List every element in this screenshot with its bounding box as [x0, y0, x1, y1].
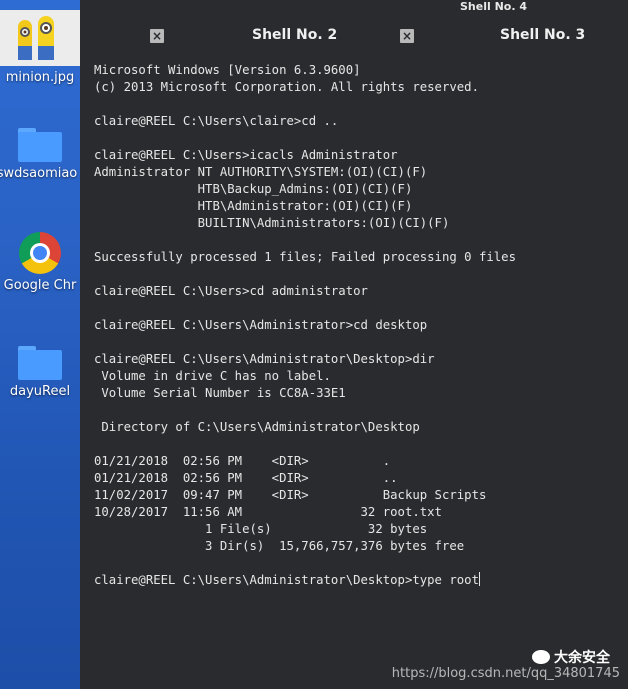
folder-icon: [18, 346, 62, 380]
terminal-output[interactable]: Microsoft Windows [Version 6.3.9600] (c)…: [80, 52, 628, 689]
folder-icon: [18, 128, 62, 162]
terminal-line: 10/28/2017 11:56 AM 32 root.txt: [94, 505, 442, 519]
terminal-line: claire@REEL C:\Users>icacls Administrato…: [94, 148, 398, 162]
window-title: Shell No. 4: [460, 0, 528, 13]
watermark-url: https://blog.csdn.net/qq_34801745: [391, 666, 620, 681]
terminal-line: claire@REEL C:\Users\claire>cd ..: [94, 114, 339, 128]
terminal-line: (c) 2013 Microsoft Corporation. All righ…: [94, 80, 479, 94]
terminal-prompt-text: claire@REEL C:\Users\Administrator\Deskt…: [94, 573, 479, 587]
terminal-line: Successfully processed 1 files; Failed p…: [94, 250, 516, 264]
terminal-prompt-line[interactable]: claire@REEL C:\Users\Administrator\Deskt…: [94, 572, 628, 589]
tab-bar: × Shell No. 2 × Shell No. 3: [80, 20, 628, 52]
desktop-item-label: minion.jpg: [5, 70, 75, 85]
terminal-line: 3 Dir(s) 15,766,757,376 bytes free: [94, 539, 465, 553]
desktop-item-swdsaomiao[interactable]: swdsaomiao: [0, 128, 80, 181]
watermark-brand: 大余安全: [532, 647, 610, 667]
desktop-item-label: dayuReel: [9, 384, 71, 399]
tab-label: Shell No. 3: [500, 27, 586, 43]
title-bar[interactable]: Shell No. 4: [80, 0, 628, 20]
image-thumbnail-icon: [0, 10, 80, 66]
terminal-line: claire@REEL C:\Users\Administrator>cd de…: [94, 318, 428, 332]
terminal-line: BUILTIN\Administrators:(OI)(CI)(F): [94, 216, 450, 230]
terminal-line: 01/21/2018 02:56 PM <DIR> ..: [94, 471, 398, 485]
chrome-icon: [19, 232, 61, 274]
terminal-line: 1 File(s) 32 bytes: [94, 522, 428, 536]
tab-shell-2[interactable]: × Shell No. 2: [140, 20, 400, 52]
terminal-line: 01/21/2018 02:56 PM <DIR> .: [94, 454, 391, 468]
tab-shell-3[interactable]: × Shell No. 3: [390, 20, 628, 52]
desktop-item-dayureel[interactable]: dayuReel: [0, 346, 80, 399]
terminal-window: Shell No. 4 × Shell No. 2 × Shell No. 3 …: [80, 0, 628, 689]
close-icon[interactable]: ×: [150, 29, 164, 43]
terminal-line: HTB\Backup_Admins:(OI)(CI)(F): [94, 182, 413, 196]
terminal-line: Volume Serial Number is CC8A-33E1: [94, 386, 346, 400]
terminal-line: claire@REEL C:\Users\Administrator\Deskt…: [94, 352, 435, 366]
desktop-panel: minion.jpg swdsaomiao Google Chr dayuRee…: [0, 0, 80, 689]
terminal-line: Microsoft Windows [Version 6.3.9600]: [94, 63, 361, 77]
desktop-item-google-chrome[interactable]: Google Chr: [0, 232, 80, 293]
desktop-item-label: swdsaomiao: [0, 166, 78, 181]
wechat-icon: [532, 650, 550, 664]
tab-label: Shell No. 2: [252, 27, 338, 43]
text-cursor: [478, 572, 480, 586]
close-icon[interactable]: ×: [400, 29, 414, 43]
desktop-item-label: Google Chr: [3, 278, 77, 293]
terminal-line: Directory of C:\Users\Administrator\Desk…: [94, 420, 420, 434]
watermark-brand-text: 大余安全: [554, 650, 610, 666]
terminal-line: Administrator NT AUTHORITY\SYSTEM:(OI)(C…: [94, 165, 428, 179]
terminal-line: Volume in drive C has no label.: [94, 369, 331, 383]
terminal-line: claire@REEL C:\Users>cd administrator: [94, 284, 368, 298]
terminal-line: 11/02/2017 09:47 PM <DIR> Backup Scripts: [94, 488, 487, 502]
terminal-line: HTB\Administrator:(OI)(CI)(F): [94, 199, 413, 213]
desktop-item-minion[interactable]: minion.jpg: [0, 10, 80, 85]
